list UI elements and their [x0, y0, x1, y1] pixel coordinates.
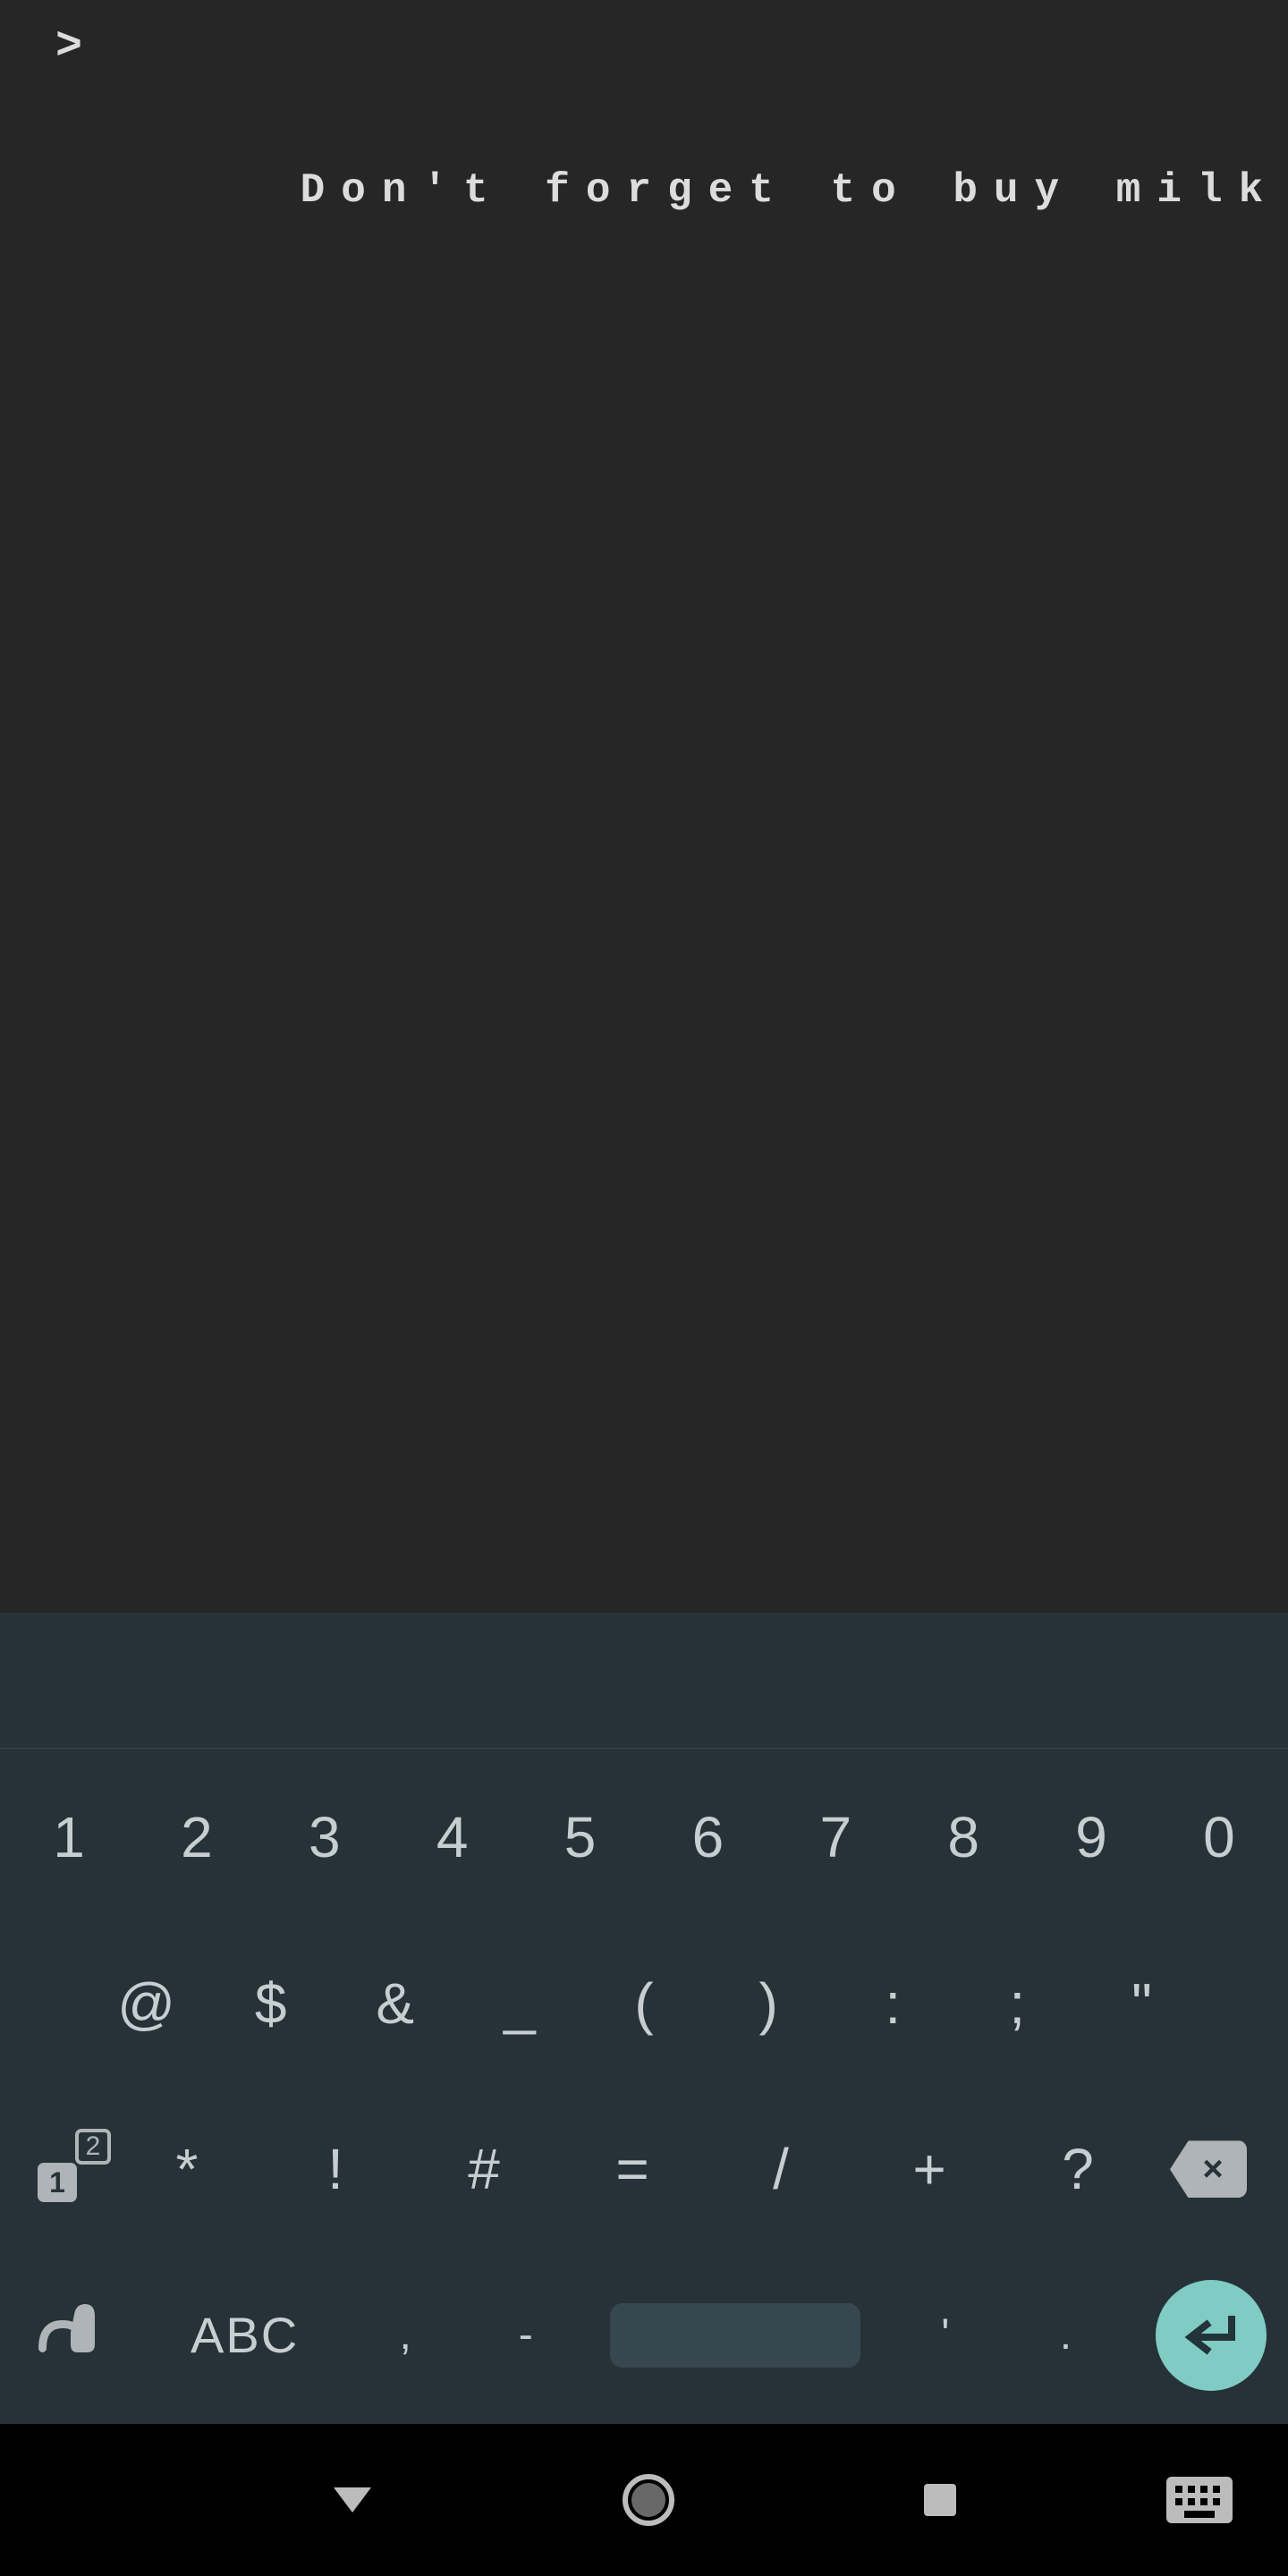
key-slash[interactable]: / — [707, 2136, 855, 2202]
keyboard-row-1: 1 2 3 4 5 6 7 8 9 0 — [13, 1770, 1275, 1904]
enter-icon — [1156, 2280, 1267, 2391]
key-4[interactable]: 4 — [412, 1804, 493, 1870]
key-colon[interactable]: : — [831, 1970, 955, 2037]
key-dollar[interactable]: $ — [208, 1970, 333, 2037]
key-space[interactable] — [610, 2303, 860, 2368]
key-period[interactable]: . — [1030, 2310, 1101, 2360]
key-comma[interactable]: , — [369, 2310, 441, 2360]
key-3[interactable]: 3 — [284, 1804, 365, 1870]
key-ampersand[interactable]: & — [333, 1970, 457, 2037]
key-exclaim[interactable]: ! — [261, 2136, 410, 2202]
key-6[interactable]: 6 — [667, 1804, 748, 1870]
triangle-down-icon — [328, 2482, 377, 2518]
swipe-icon — [30, 2288, 111, 2368]
symbol-shift-badge: 2 — [75, 2129, 111, 2165]
nav-recents-button[interactable] — [920, 2480, 960, 2520]
keyboard-row-4: ABC , - ' . — [13, 2268, 1275, 2402]
key-underscore[interactable]: _ — [457, 1970, 581, 2037]
nav-home-button[interactable] — [621, 2472, 676, 2528]
terminal-prompt: > — [55, 25, 1233, 70]
key-lparen[interactable]: ( — [581, 1970, 706, 2037]
system-nav-bar — [0, 2424, 1288, 2576]
circle-icon — [621, 2472, 676, 2528]
keyboard-row-3: 2 1 * ! # = / + ? × — [13, 2102, 1275, 2236]
key-1[interactable]: 1 — [29, 1804, 109, 1870]
backspace-icon: × — [1170, 2140, 1247, 2198]
key-apostrophe[interactable]: ' — [910, 2310, 981, 2360]
nav-back-button[interactable] — [328, 2482, 377, 2518]
terminal-output[interactable]: > Don't forget to buy milk! — [0, 0, 1288, 1613]
square-icon — [920, 2480, 960, 2520]
key-dash[interactable]: - — [490, 2310, 562, 2360]
key-at[interactable]: @ — [84, 1970, 208, 2037]
key-7[interactable]: 7 — [795, 1804, 876, 1870]
keyboard-row-2: @ $ & _ ( ) : ; " — [13, 1936, 1275, 2071]
key-hash[interactable]: # — [410, 2136, 558, 2202]
key-doublequote[interactable]: " — [1080, 1970, 1204, 2037]
key-2[interactable]: 2 — [157, 1804, 237, 1870]
key-5[interactable]: 5 — [540, 1804, 621, 1870]
key-9[interactable]: 9 — [1051, 1804, 1131, 1870]
key-symbol-shift[interactable]: 2 1 — [29, 2136, 113, 2202]
key-backspace[interactable]: × — [1152, 2140, 1259, 2198]
keyboard-icon — [1165, 2475, 1234, 2525]
terminal-input-line[interactable]: Don't forget to buy milk! — [55, 129, 1288, 255]
key-8[interactable]: 8 — [923, 1804, 1004, 1870]
key-plus[interactable]: + — [855, 2136, 1004, 2202]
key-0[interactable]: 0 — [1179, 1804, 1259, 1870]
key-rparen[interactable]: ) — [707, 1970, 831, 2037]
soft-keyboard: 1 2 3 4 5 6 7 8 9 0 @ $ & _ ( ) : ; — [0, 1613, 1288, 2424]
key-enter[interactable] — [1150, 2280, 1267, 2391]
symbol-shift-main: 1 — [38, 2163, 77, 2202]
keyboard-suggestion-strip[interactable] — [0, 1613, 1288, 1749]
key-asterisk[interactable]: * — [113, 2136, 261, 2202]
terminal-input-text: Don't forget to buy milk! — [301, 167, 1288, 214]
key-swipe-input[interactable] — [21, 2288, 120, 2382]
key-semicolon[interactable]: ; — [955, 1970, 1080, 2037]
key-abc-mode[interactable]: ABC — [169, 2306, 321, 2364]
nav-keyboard-switcher[interactable] — [1165, 2475, 1234, 2525]
key-question[interactable]: ? — [1004, 2136, 1152, 2202]
key-equals[interactable]: = — [558, 2136, 707, 2202]
